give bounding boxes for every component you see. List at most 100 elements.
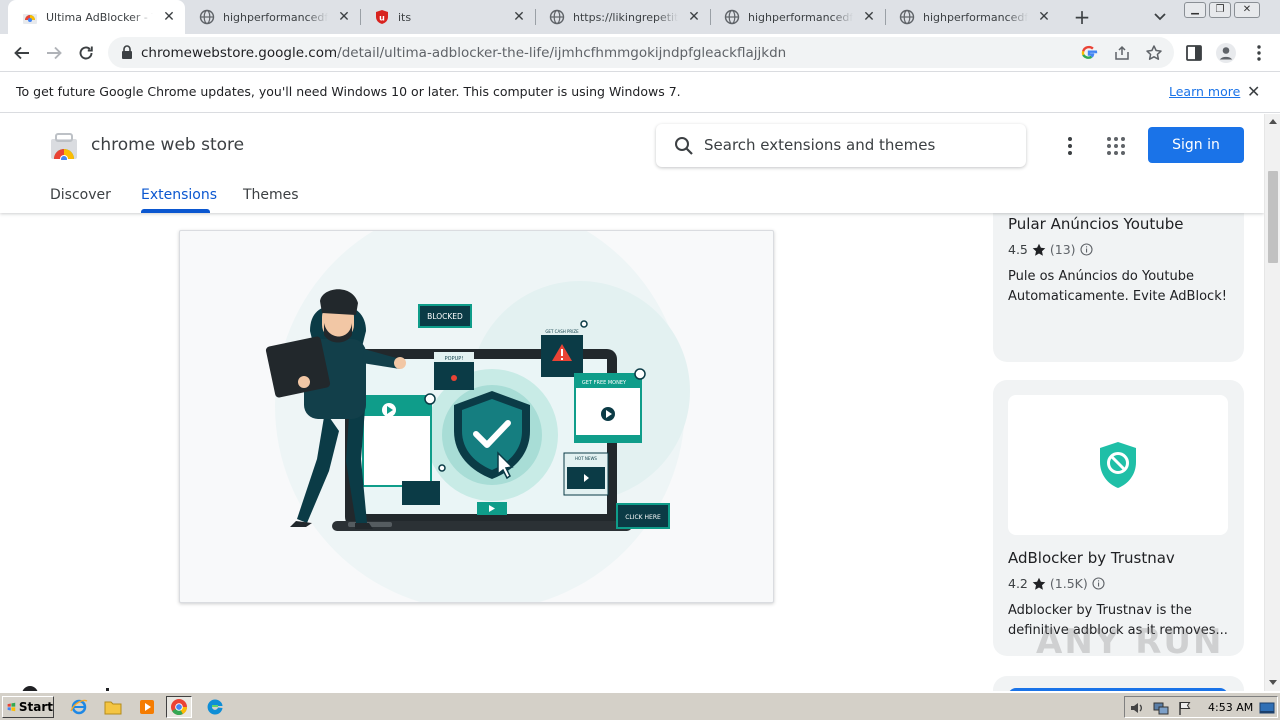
action-center-flag-icon[interactable] bbox=[1177, 700, 1193, 716]
taskbar-clock[interactable]: 4:53 AM bbox=[1208, 701, 1253, 714]
svg-text:u: u bbox=[379, 14, 385, 23]
close-tab-icon[interactable]: ✕ bbox=[1036, 9, 1052, 25]
page-scrollbar[interactable] bbox=[1264, 114, 1280, 691]
close-tab-icon[interactable]: ✕ bbox=[336, 9, 352, 25]
nav-tab-discover[interactable]: Discover bbox=[50, 187, 111, 203]
reload-button[interactable] bbox=[73, 40, 99, 66]
taskbar-ie[interactable] bbox=[66, 696, 92, 718]
windows-taskbar: Start 4:53 AM bbox=[0, 692, 1280, 720]
close-tab-icon[interactable]: ✕ bbox=[861, 9, 877, 25]
volume-icon[interactable] bbox=[1129, 700, 1145, 716]
close-tab-icon[interactable]: ✕ bbox=[686, 9, 702, 25]
anyrun-watermark: ANY RUN bbox=[1036, 622, 1224, 662]
search-icon bbox=[675, 137, 693, 155]
scroll-up-icon[interactable] bbox=[1269, 118, 1277, 124]
tab-title: its bbox=[398, 10, 412, 24]
update-infobar: To get future Google Chrome updates, you… bbox=[0, 71, 1280, 113]
cut-off-heading bbox=[22, 686, 109, 691]
hot-news-label: HOT NEWS bbox=[575, 456, 597, 461]
close-tab-icon[interactable]: ✕ bbox=[511, 9, 527, 25]
trustnav-shield-icon bbox=[1100, 442, 1136, 488]
info-icon[interactable] bbox=[1080, 243, 1093, 256]
star-icon bbox=[1032, 243, 1046, 256]
extension-description: Pule os Anúncios do Youtube Automaticame… bbox=[1008, 269, 1227, 304]
adblocker-illustration: BLOCKED POPUP! GET CASH PRIZE GET FREE M… bbox=[265, 231, 690, 602]
scroll-down-icon[interactable] bbox=[1269, 680, 1277, 686]
tab-highperformance-3[interactable]: highperformancedformat ✕ bbox=[885, 0, 1060, 34]
network-icon[interactable] bbox=[1153, 700, 1169, 716]
start-button[interactable]: Start bbox=[2, 696, 54, 718]
store-name[interactable]: chrome web store bbox=[91, 135, 244, 155]
store-search-input[interactable]: Search extensions and themes bbox=[656, 124, 1026, 167]
google-apps-icon[interactable] bbox=[1106, 136, 1126, 156]
rating-count: (1.5K) bbox=[1049, 576, 1088, 591]
sign-in-button[interactable]: Sign in bbox=[1148, 127, 1244, 163]
side-panel-icon[interactable] bbox=[1184, 43, 1204, 63]
close-window-button[interactable]: ✕ bbox=[1234, 2, 1260, 18]
scrollbar-thumb[interactable] bbox=[1268, 171, 1278, 263]
tab-title: https://likingrepetitious bbox=[573, 10, 678, 24]
chrome-web-store-logo[interactable] bbox=[50, 132, 78, 160]
tab-likingrepetitious[interactable]: https://likingrepetitious ✕ bbox=[535, 0, 710, 34]
media-player-icon bbox=[140, 700, 154, 714]
globe-icon bbox=[724, 9, 740, 25]
tab-title: highperformancedformat bbox=[923, 10, 1028, 24]
tab-highperformance-1[interactable]: highperformancedformat ✕ bbox=[185, 0, 360, 34]
profile-avatar-icon[interactable] bbox=[1215, 42, 1237, 64]
back-button[interactable] bbox=[9, 40, 35, 66]
related-extension-card[interactable]: AdBlocker by Trustnav 4.2 (1.5K) Adblock… bbox=[993, 380, 1244, 656]
url-host: chromewebstore.google.com bbox=[141, 45, 338, 61]
lock-icon[interactable] bbox=[121, 45, 133, 59]
popup-label: POPUP! bbox=[445, 356, 464, 362]
chrome-menu-icon[interactable] bbox=[1249, 43, 1269, 63]
nav-tab-extensions[interactable]: Extensions bbox=[141, 187, 217, 203]
related-extension-card[interactable] bbox=[993, 676, 1244, 691]
rating-count: (13) bbox=[1049, 242, 1076, 257]
search-placeholder: Search extensions and themes bbox=[704, 136, 936, 154]
forward-button[interactable] bbox=[41, 40, 67, 66]
windows-logo-icon bbox=[7, 702, 16, 712]
info-icon[interactable] bbox=[1092, 577, 1105, 590]
learn-more-link[interactable]: Learn more bbox=[1169, 84, 1240, 99]
share-icon[interactable] bbox=[1113, 44, 1131, 62]
star-icon bbox=[1032, 577, 1046, 590]
active-tab-indicator bbox=[141, 209, 210, 213]
tab-search-chevron-icon[interactable] bbox=[1150, 8, 1170, 26]
chrome-icon bbox=[171, 699, 188, 715]
tab-title: Ultima AdBlocker - The l bbox=[46, 10, 153, 24]
google-icon[interactable] bbox=[1080, 44, 1098, 62]
extension-name[interactable]: AdBlocker by Trustnav bbox=[1008, 549, 1175, 567]
tab-ultima-adblocker[interactable]: Ultima AdBlocker - The l ✕ bbox=[8, 0, 185, 34]
close-infobar-icon[interactable]: ✕ bbox=[1247, 82, 1260, 101]
rating-value: 4.2 bbox=[1008, 576, 1028, 591]
tab-title: highperformancedformat bbox=[748, 10, 853, 24]
url-path: /detail/ultima-adblocker-the-life/ijmhcf… bbox=[337, 45, 787, 61]
show-desktop-icon[interactable] bbox=[1259, 700, 1275, 716]
minimize-button[interactable]: ▁ bbox=[1184, 2, 1206, 18]
restore-button[interactable]: ❐ bbox=[1209, 2, 1231, 18]
store-header: chrome web store Search extensions and t… bbox=[0, 114, 1264, 213]
address-bar[interactable]: chromewebstore.google.com/detail/ultima-… bbox=[108, 37, 1174, 68]
chrome-web-store-icon bbox=[23, 14, 37, 24]
close-tab-icon[interactable]: ✕ bbox=[161, 9, 177, 25]
extension-name[interactable]: Pular Anúncios Youtube bbox=[1008, 215, 1184, 233]
extension-thumbnail bbox=[1008, 688, 1228, 691]
tab-its[interactable]: u its ✕ bbox=[360, 0, 535, 34]
rating-value: 4.5 bbox=[1008, 242, 1028, 257]
taskbar-explorer[interactable] bbox=[100, 696, 126, 718]
extension-screenshot[interactable]: BLOCKED POPUP! GET CASH PRIZE GET FREE M… bbox=[179, 230, 774, 603]
extension-rating: 4.2 (1.5K) bbox=[1008, 576, 1105, 591]
taskbar-edge[interactable] bbox=[202, 696, 228, 718]
extension-thumbnail bbox=[1008, 395, 1228, 535]
bookmark-star-icon[interactable] bbox=[1145, 44, 1163, 62]
internet-explorer-icon bbox=[70, 699, 88, 715]
new-tab-button[interactable]: + bbox=[1070, 6, 1094, 28]
tab-highperformance-2[interactable]: highperformancedformat ✕ bbox=[710, 0, 885, 34]
taskbar-chrome[interactable] bbox=[166, 696, 192, 718]
more-options-icon[interactable] bbox=[1060, 134, 1080, 158]
taskbar-media-player[interactable] bbox=[134, 696, 160, 718]
edge-icon bbox=[207, 699, 223, 715]
infobar-message: To get future Google Chrome updates, you… bbox=[16, 84, 681, 99]
nav-tab-themes[interactable]: Themes bbox=[243, 187, 299, 203]
url-text: chromewebstore.google.com/detail/ultima-… bbox=[141, 45, 786, 61]
